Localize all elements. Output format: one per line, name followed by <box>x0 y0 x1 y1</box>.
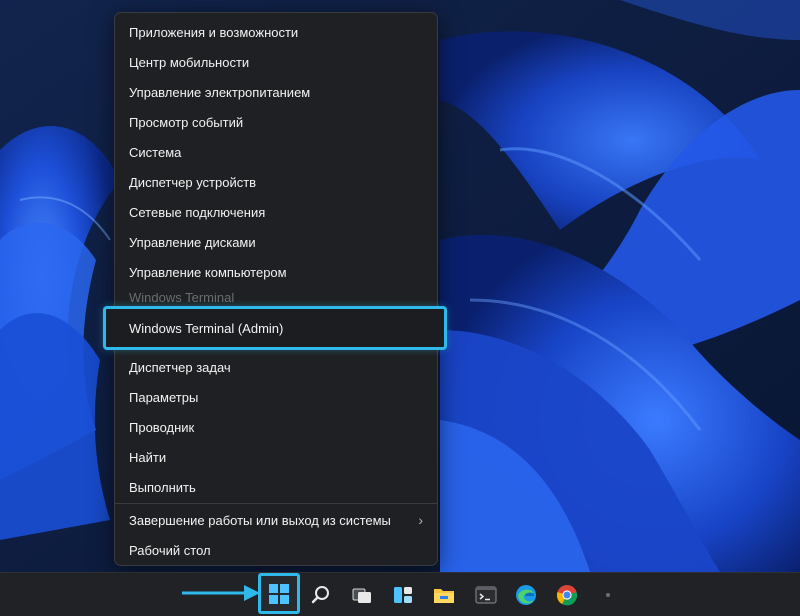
menu-item-label: Найти <box>129 449 167 465</box>
search-icon[interactable] <box>305 579 337 611</box>
menu-item-label: Приложения и возможности <box>129 24 299 40</box>
winx-context-menu: Приложения и возможности Центр мобильнос… <box>114 12 438 566</box>
menu-item-system[interactable]: Система <box>115 137 437 167</box>
menu-item-label: Диспетчер задач <box>129 359 231 375</box>
terminal-icon[interactable] <box>470 579 502 611</box>
menu-item-label: Windows Terminal <box>129 293 235 305</box>
menu-item-shutdown-signout[interactable]: Завершение работы или выход из системы › <box>115 505 437 535</box>
menu-item-device-manager[interactable]: Диспетчер устройств <box>115 167 437 197</box>
windows-start-icon <box>269 584 289 604</box>
menu-item-task-manager[interactable]: Диспетчер задач <box>115 352 437 382</box>
menu-item-label: Рабочий стол <box>129 542 211 558</box>
menu-item-label: Управление электропитанием <box>129 84 311 100</box>
start-button[interactable] <box>258 573 300 614</box>
taskbar <box>0 572 800 616</box>
menu-item-label: Проводник <box>129 419 195 435</box>
menu-divider <box>115 503 437 504</box>
menu-item-label: Управление дисками <box>129 234 256 250</box>
menu-item-label: Система <box>129 144 182 160</box>
chevron-right-icon: › <box>418 512 423 528</box>
menu-item-computer-management[interactable]: Управление компьютером <box>115 257 437 287</box>
menu-item-label: Просмотр событий <box>129 114 244 130</box>
widgets-icon[interactable] <box>387 579 419 611</box>
menu-item-settings[interactable]: Параметры <box>115 382 437 412</box>
menu-item-label: Выполнить <box>129 479 196 495</box>
file-explorer-icon[interactable] <box>428 579 460 611</box>
chrome-icon[interactable] <box>551 579 583 611</box>
edge-icon[interactable] <box>510 579 542 611</box>
menu-item-windows-terminal[interactable]: Windows Terminal <box>115 293 437 305</box>
menu-item-event-viewer[interactable]: Просмотр событий <box>115 107 437 137</box>
menu-item-label: Центр мобильности <box>129 54 250 70</box>
menu-item-label: Завершение работы или выход из системы <box>129 512 391 528</box>
menu-item-network-connections[interactable]: Сетевые подключения <box>115 197 437 227</box>
menu-item-mobility-center[interactable]: Центр мобильности <box>115 47 437 77</box>
task-view-icon[interactable] <box>346 579 378 611</box>
menu-item-power-options[interactable]: Управление электропитанием <box>115 77 437 107</box>
menu-item-label: Управление компьютером <box>129 264 287 280</box>
overflow-dot-icon <box>592 579 624 611</box>
menu-item-file-explorer[interactable]: Проводник <box>115 412 437 442</box>
menu-item-windows-terminal-admin[interactable]: Windows Terminal (Admin) <box>103 306 447 350</box>
pointer-arrow-icon <box>182 585 260 601</box>
menu-item-search[interactable]: Найти <box>115 442 437 472</box>
menu-item-disk-management[interactable]: Управление дисками <box>115 227 437 257</box>
menu-item-label: Параметры <box>129 389 199 405</box>
menu-item-label: Диспетчер устройств <box>129 174 257 190</box>
menu-item-run[interactable]: Выполнить <box>115 472 437 502</box>
menu-item-label: Windows Terminal (Admin) <box>129 320 284 336</box>
menu-item-apps-features[interactable]: Приложения и возможности <box>115 17 437 47</box>
menu-item-desktop[interactable]: Рабочий стол <box>115 535 437 565</box>
menu-item-label: Сетевые подключения <box>129 204 266 220</box>
